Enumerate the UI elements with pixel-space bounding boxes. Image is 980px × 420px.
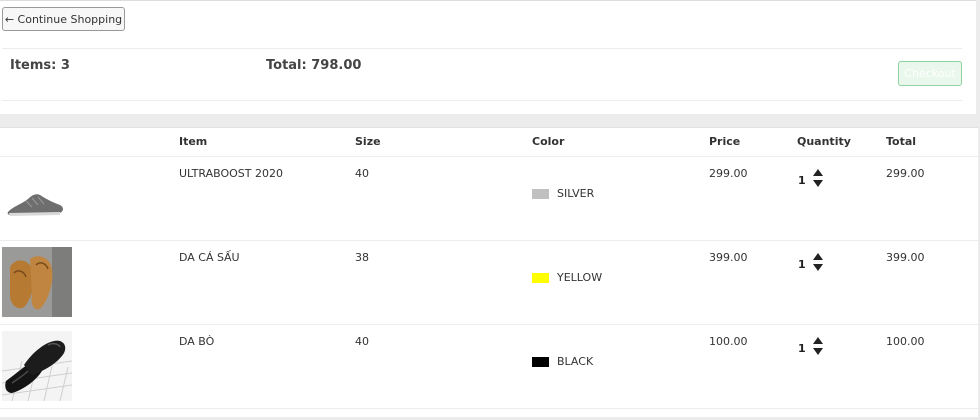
quantity-stepper[interactable] xyxy=(812,252,824,272)
item-size: 40 xyxy=(355,167,369,180)
header-color: Color xyxy=(532,135,565,148)
table-header: Item Size Color Price Quantity Total xyxy=(0,128,978,157)
product-image xyxy=(1,331,73,402)
quantity-value[interactable]: 1 xyxy=(798,258,806,271)
product-image xyxy=(2,247,72,317)
item-price: 299.00 xyxy=(709,167,748,180)
quantity-value[interactable]: 1 xyxy=(798,174,806,187)
increment-arrow-icon xyxy=(813,253,823,260)
header-size: Size xyxy=(355,135,381,148)
color-swatch xyxy=(532,357,549,367)
color-name: SILVER xyxy=(557,187,595,200)
header-item: Item xyxy=(179,135,208,148)
header-total: Total xyxy=(886,135,917,148)
quantity-value[interactable]: 1 xyxy=(798,342,806,355)
continue-shopping-button[interactable]: ← Continue Shopping xyxy=(2,7,125,31)
header-price: Price xyxy=(709,135,741,148)
item-price: 100.00 xyxy=(709,335,748,348)
product-image xyxy=(2,163,72,233)
item-name: DA BÒ xyxy=(179,335,215,348)
item-price: 399.00 xyxy=(709,251,748,264)
item-name: DA CÁ SẤU xyxy=(179,251,240,264)
decrement-arrow-icon xyxy=(813,348,823,355)
increment-arrow-icon xyxy=(813,169,823,176)
item-total: 100.00 xyxy=(886,335,925,348)
item-size: 38 xyxy=(355,251,369,264)
color-swatch xyxy=(532,189,549,199)
cart-total: Total: 798.00 xyxy=(266,58,362,73)
color-swatch xyxy=(532,273,549,283)
decrement-arrow-icon xyxy=(813,264,823,271)
table-row: DA BÒ 40 BLACK 100.00 1 100.00 xyxy=(0,325,978,409)
header-quantity: Quantity xyxy=(797,135,851,148)
quantity-stepper[interactable] xyxy=(812,336,824,356)
decrement-arrow-icon xyxy=(813,180,823,187)
item-size: 40 xyxy=(355,335,369,348)
color-name: BLACK xyxy=(557,355,594,368)
color-name: YELLOW xyxy=(557,271,603,284)
item-name: ULTRABOOST 2020 xyxy=(179,167,283,180)
cart-summary-card: ← Continue Shopping Items: 3 Total: 798.… xyxy=(0,0,976,114)
table-row: ULTRABOOST 2020 40 SILVER 299.00 1 299.0… xyxy=(0,157,978,241)
checkout-button[interactable]: Checkout xyxy=(898,61,962,86)
cart-summary: Items: 3 Total: 798.00 Checkout xyxy=(2,48,962,101)
item-total: 399.00 xyxy=(886,251,925,264)
cart-table: Item Size Color Price Quantity Total ULT… xyxy=(0,127,978,417)
item-total: 299.00 xyxy=(886,167,925,180)
table-row: DA CÁ SẤU 38 YELLOW 399.00 1 399.00 xyxy=(0,241,978,325)
increment-arrow-icon xyxy=(813,337,823,344)
quantity-stepper[interactable] xyxy=(812,168,824,188)
items-count: Items: 3 xyxy=(10,58,70,73)
